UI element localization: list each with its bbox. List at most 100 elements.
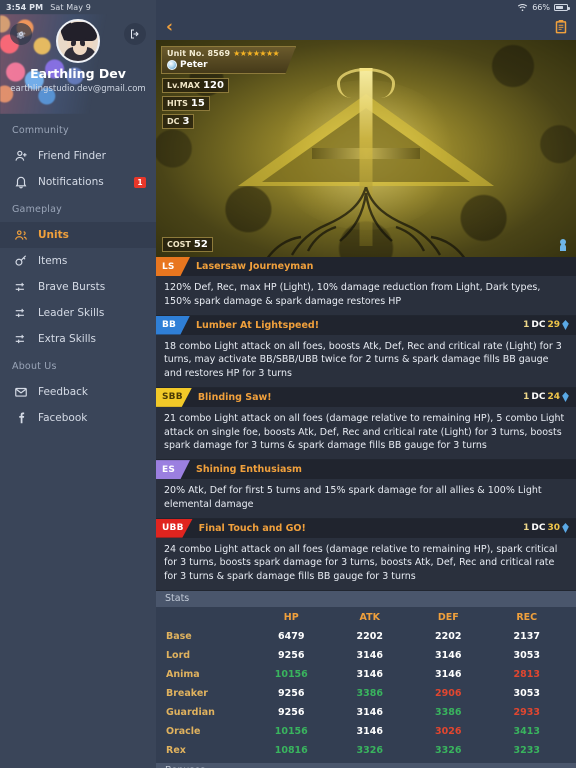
stats-header-row: HP ATK DEF REC xyxy=(156,608,576,627)
sidebar-item-label: Leader Skills xyxy=(38,307,105,319)
stat-row-name: Base xyxy=(166,630,192,642)
cost-value: 52 xyxy=(193,239,208,250)
stat-atk: 3326 xyxy=(356,744,383,756)
sidebar-item-leader-skills[interactable]: Leader Skills xyxy=(0,300,156,326)
stat-hp: 9256 xyxy=(278,706,305,718)
sliders-icon xyxy=(14,306,28,320)
skill-dc-cost: 1 DC 29 xyxy=(523,320,569,331)
stat-hp: 6479 xyxy=(278,630,305,642)
artwork-roots xyxy=(266,187,466,257)
stat-rec: 3233 xyxy=(513,744,540,756)
stat-row-name: Breaker xyxy=(166,687,208,699)
skill-name: Blinding Saw! xyxy=(197,391,272,403)
sidebar-item-label: Notifications xyxy=(38,176,104,188)
logout-button[interactable] xyxy=(124,23,146,45)
dc-label: DC xyxy=(531,320,546,331)
sidebar-item-extra-skills[interactable]: Extra Skills xyxy=(0,326,156,352)
skill-description: 20% Atk, Def for first 5 turns and 15% s… xyxy=(156,479,576,519)
status-time: 3:54 PM xyxy=(6,2,44,12)
unit-detail-scroll[interactable]: Unit No. 8569 ★★★★★★★ Peter Lv.MAX 120 H… xyxy=(156,40,576,768)
unit-rarity-stars: ★★★★★★★ xyxy=(233,49,280,58)
light-element-icon xyxy=(167,60,177,70)
battery-icon xyxy=(554,3,570,11)
settings-button[interactable] xyxy=(10,23,32,45)
stat-row-name: Anima xyxy=(166,668,200,680)
skill-dc-cost: 1 DC 24 xyxy=(523,392,569,403)
unit-cost-badge: COST 52 xyxy=(162,237,213,252)
users-icon xyxy=(14,228,28,242)
skill-tag: BB xyxy=(156,315,190,335)
main-panel: 66% ‹ Unit No. 8569 ★★★★★★★ Peter Lv.MAX… xyxy=(156,0,576,768)
stat-row-name: Rex xyxy=(166,744,186,756)
stat-atk: 3146 xyxy=(356,649,383,661)
stat-hp: 10816 xyxy=(274,744,308,756)
unit-dc-chip: DC 3 xyxy=(162,114,195,129)
facebook-icon xyxy=(14,411,28,425)
skill-tag: LS xyxy=(156,257,190,276)
stat-rec: 3053 xyxy=(513,687,540,699)
cost-label: COST xyxy=(167,240,191,249)
sidebar-item-items[interactable]: Items xyxy=(0,248,156,274)
table-row: Rex 10816 3326 3326 3233 xyxy=(156,741,576,760)
wifi-icon xyxy=(518,3,528,11)
dc-count: 1 xyxy=(523,392,530,403)
stat-atk: 3146 xyxy=(356,725,383,737)
unit-id-plate: Unit No. 8569 ★★★★★★★ Peter xyxy=(161,46,297,74)
skill-header-sbb: SBB Blinding Saw! 1 DC 24 xyxy=(156,387,576,407)
skill-dc-cost: 1 DC 30 xyxy=(523,523,569,534)
stat-row-name: Oracle xyxy=(166,725,201,737)
stats-table: HP ATK DEF REC Base 6479 2202 2202 2137 … xyxy=(156,606,576,763)
sidebar-item-label: Units xyxy=(38,229,69,241)
skill-name: Final Touch and GO! xyxy=(198,522,306,534)
stats-col-rec: REC xyxy=(516,611,538,623)
status-date: Sat May 9 xyxy=(50,2,91,12)
sidebar-item-facebook[interactable]: Facebook xyxy=(0,405,156,431)
table-row: Guardian 9256 3146 3386 2933 xyxy=(156,703,576,722)
table-row: Oracle 10156 3146 3026 3413 xyxy=(156,722,576,741)
skill-description: 18 combo Light attack on all foes, boost… xyxy=(156,334,576,388)
sliders-icon xyxy=(14,280,28,294)
dc-count: 1 xyxy=(523,523,530,534)
sidebar-item-feedback[interactable]: Feedback xyxy=(0,379,156,405)
skill-tag: ES xyxy=(156,460,190,480)
profile-email: earthlingstudio.dev@gmail.com xyxy=(10,84,146,94)
sidebar-nav: Community Friend Finder Notifications 1 … xyxy=(0,114,156,431)
chip-value: 120 xyxy=(203,80,224,91)
user-plus-icon xyxy=(14,149,28,163)
key-icon xyxy=(14,254,28,268)
back-chevron-icon[interactable]: ‹ xyxy=(166,18,173,36)
sidebar-item-label: Feedback xyxy=(38,386,89,398)
dc-label: DC xyxy=(531,523,546,534)
clipboard-icon[interactable] xyxy=(554,19,568,35)
skill-tag: SBB xyxy=(156,387,192,407)
skill-tag: UBB xyxy=(156,518,193,538)
avatar[interactable] xyxy=(56,19,100,63)
sidebar-item-notifications[interactable]: Notifications 1 xyxy=(0,169,156,195)
sidebar-item-label: Brave Bursts xyxy=(38,281,106,293)
dc-label: DC xyxy=(531,392,546,403)
chip-label: Lv.MAX xyxy=(167,81,201,90)
stat-hp: 9256 xyxy=(278,649,305,661)
stat-rec: 2813 xyxy=(513,668,540,680)
sidebar-item-label: Friend Finder xyxy=(38,150,106,162)
stats-col-def: DEF xyxy=(437,611,459,623)
profile-header: Earthling Dev earthlingstudio.dev@gmail.… xyxy=(0,14,156,114)
sidebar-item-brave-bursts[interactable]: Brave Bursts xyxy=(0,274,156,300)
main-status-bar: 66% xyxy=(156,0,576,14)
skill-header-bb: BB Lumber At Lightspeed! 1 DC 29 xyxy=(156,315,576,335)
skill-name: Lumber At Lightspeed! xyxy=(196,319,320,331)
stat-rec: 2933 xyxy=(513,706,540,718)
unit-name: Peter xyxy=(180,60,208,70)
sidebar-item-friend-finder[interactable]: Friend Finder xyxy=(0,143,156,169)
app-root: 3:54 PM Sat May 9 Earthling Dev earthlin… xyxy=(0,0,576,768)
gender-icon xyxy=(560,239,566,251)
skill-header-es: ES Shining Enthusiasm xyxy=(156,460,576,480)
sidebar-item-units[interactable]: Units xyxy=(0,222,156,248)
stat-def: 3326 xyxy=(435,744,462,756)
skill-name: Lasersaw Journeyman xyxy=(196,261,314,272)
skill-header-ubb: UBB Final Touch and GO! 1 DC 30 xyxy=(156,518,576,538)
sidebar-item-label: Facebook xyxy=(38,412,88,424)
bonuses-section-header: Bonuses xyxy=(156,762,576,768)
main-topbar: ‹ xyxy=(156,14,576,40)
sidebar-item-label: Extra Skills xyxy=(38,333,97,345)
